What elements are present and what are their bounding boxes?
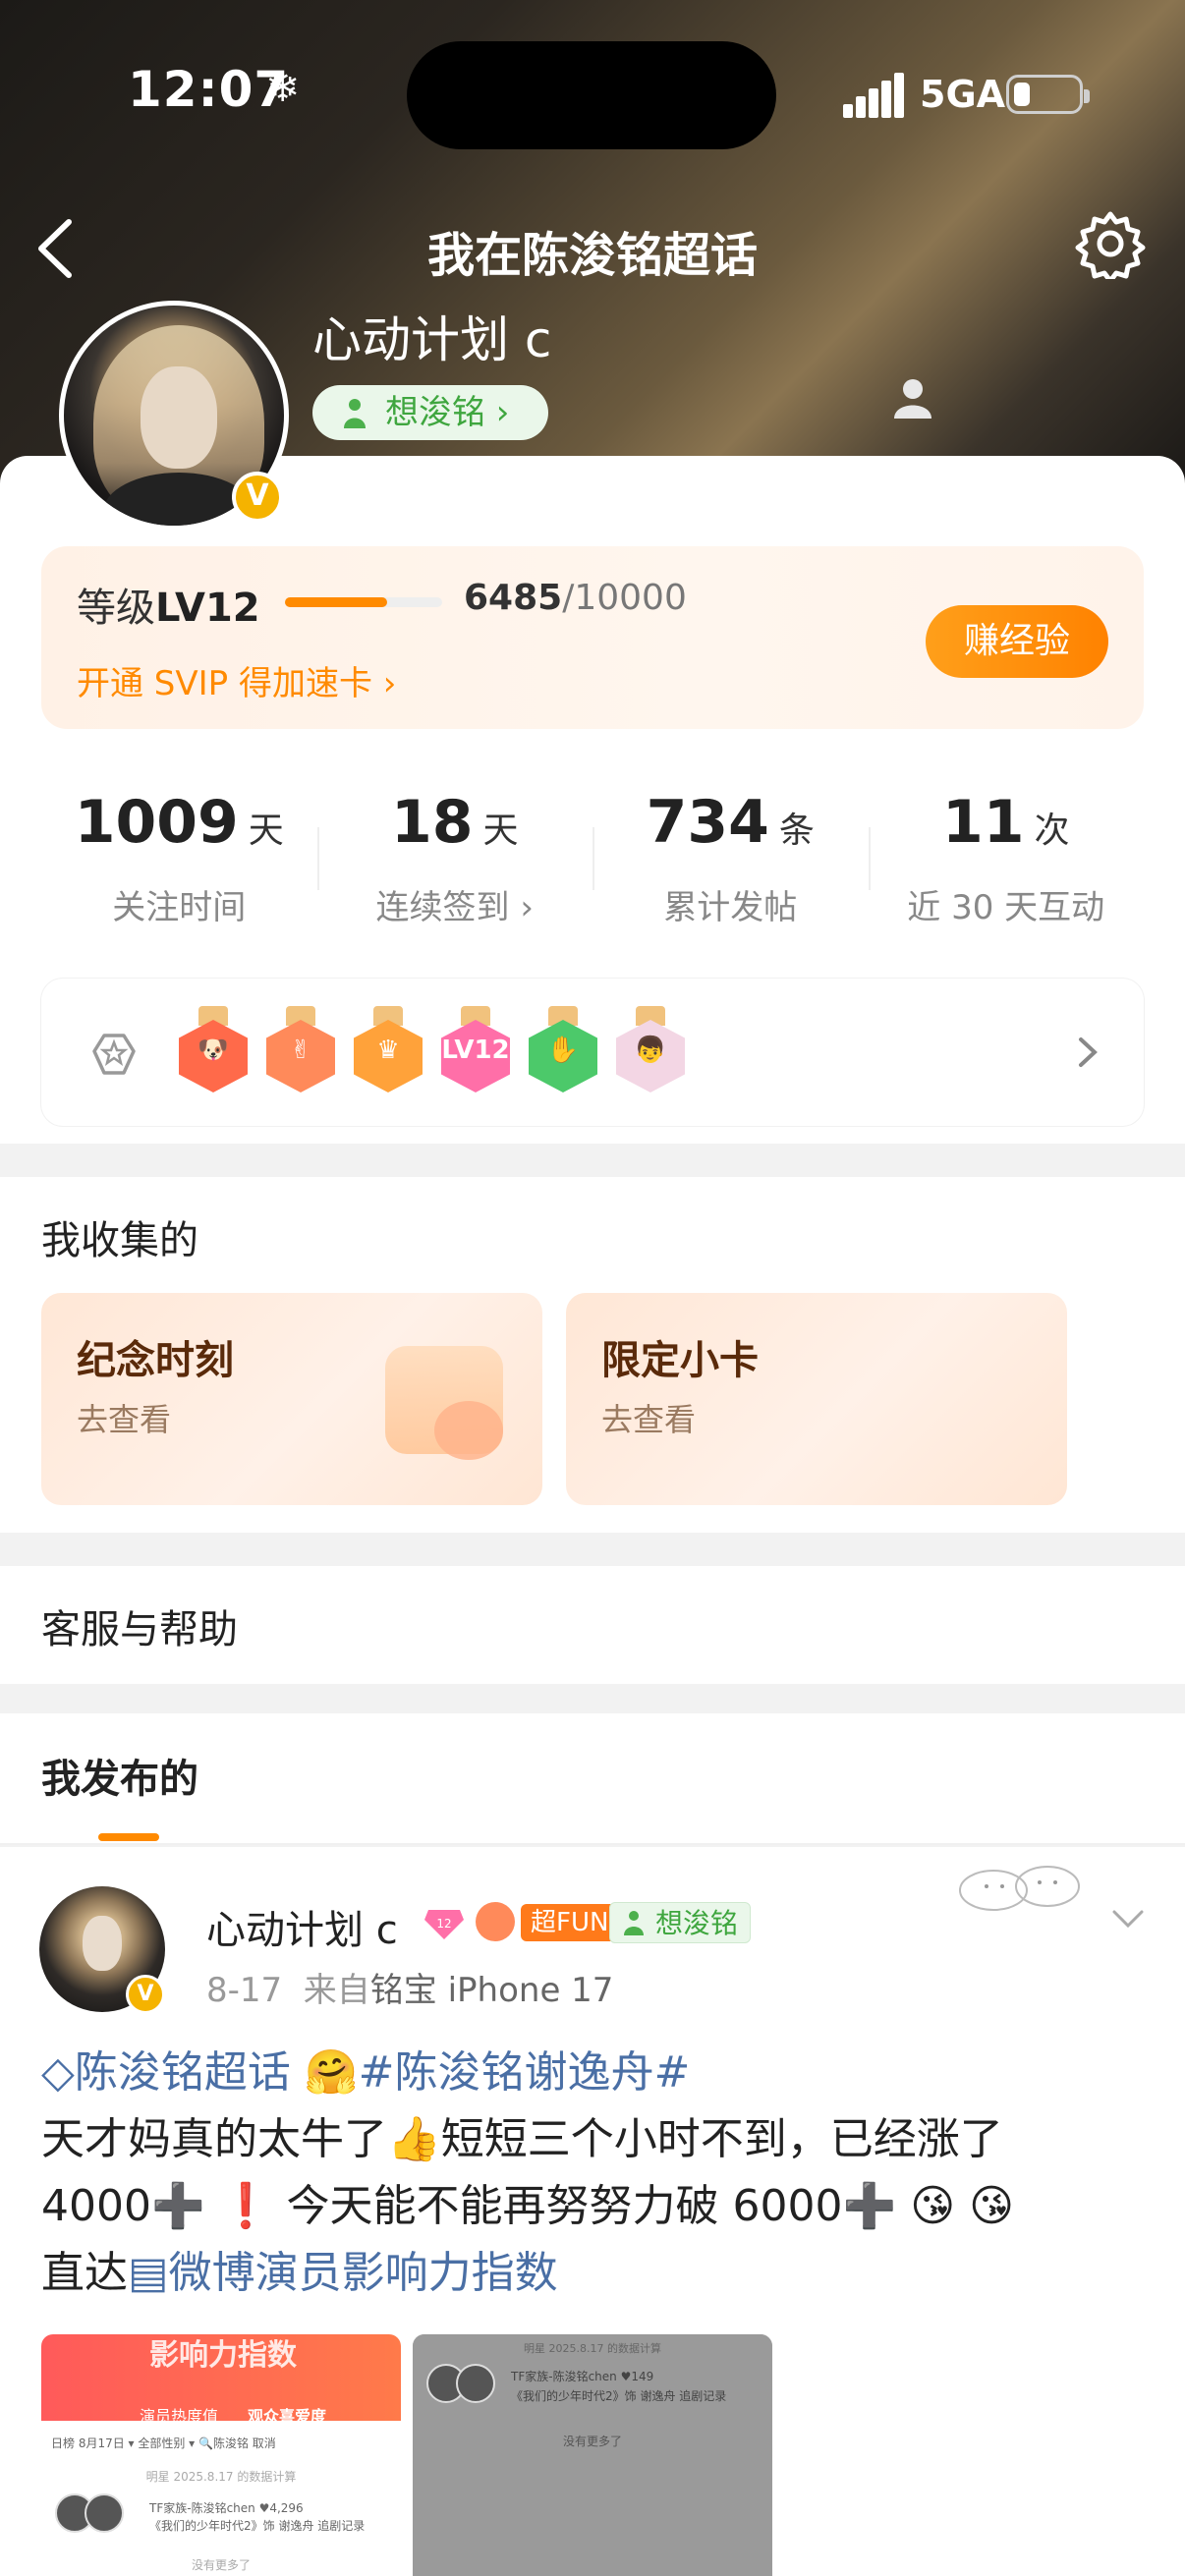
- profile-username: 心动计划 c: [312, 311, 552, 368]
- fan-figure-icon: [624, 1911, 644, 1935]
- post-meta: 8-17 来自铭宝 iPhone 17: [206, 1971, 614, 2010]
- influence-index-link[interactable]: ▤微博演员影响力指数: [128, 2248, 558, 2298]
- person-icon[interactable]: [888, 373, 937, 422]
- badge-wall[interactable]: 🐶 ✌ ♛ LV12 ✋ 👦: [41, 979, 1144, 1126]
- stat-follow-days: 1009 天 关注时间: [74, 788, 284, 927]
- lv12-medal-icon: LV12: [441, 1006, 510, 1094]
- verified-badge-icon: V: [232, 472, 283, 523]
- fan-group-tag[interactable]: 想浚铭: [609, 1902, 752, 1943]
- snowflake-icon: ❄: [265, 63, 301, 111]
- diamond-level-icon: 12: [424, 1910, 464, 1939]
- level-label: 等级LV12: [77, 586, 260, 631]
- post-card[interactable]: V 心动计划 c 12 超FUN 想浚铭 8-17 来自铭宝 iPhone 17…: [0, 1847, 1185, 2576]
- super-fun-tag[interactable]: 超FUN: [521, 1904, 619, 1941]
- post-body: ◇陈浚铭超话 🤗#陈浚铭谢逸舟# 天才妈真的太牛了👍短短三个小时不到，已经涨了 …: [41, 2047, 1014, 2298]
- battery-icon: [1006, 75, 1090, 114]
- hand-medal-icon: ✋: [529, 1006, 597, 1094]
- chevron-down-icon[interactable]: [1110, 1904, 1146, 1932]
- super-topic-link[interactable]: ◇陈浚铭超话: [41, 2047, 291, 2098]
- chevron-right-icon[interactable]: [1073, 1026, 1102, 1079]
- hands-medal-icon: ✌: [266, 1006, 335, 1094]
- page-title: 我在陈浚铭超话: [426, 228, 758, 283]
- stat-checkin-streak[interactable]: 18 天 连续签到 ›: [316, 756, 593, 953]
- tab-active-indicator: [98, 1833, 159, 1841]
- help-section[interactable]: 客服与帮助: [0, 1566, 1185, 1684]
- badge-wall-icon: [92, 1034, 136, 1075]
- post-image-2[interactable]: 明星 2025.8.17 的数据计算 TF家族-陈浚铭chen ♥149 《我们…: [413, 2334, 772, 2576]
- my-posts-header: 我发布的: [0, 1713, 1185, 1845]
- stat-total-posts: 734 条 累计发帖: [592, 756, 869, 953]
- fan-figure-icon: [344, 399, 366, 428]
- fox-badge-icon: [476, 1902, 515, 1941]
- post-author-name[interactable]: 心动计划 c: [206, 1898, 398, 1955]
- super-topic-profile-page: 12:07 ❄ 5GA 我在陈浚铭超话 V 心动计划 c 想浚铭 › 等级LV1…: [0, 0, 1185, 2576]
- svip-promo-link[interactable]: 开通 SVIP 得加速卡 ›: [77, 656, 396, 704]
- crown-medal-icon: ♛: [354, 1006, 423, 1094]
- svg-text:12: 12: [436, 1917, 451, 1931]
- fan-group-tag[interactable]: 想浚铭 ›: [312, 385, 548, 440]
- level-card: 等级LV12 6485/10000 开通 SVIP 得加速卡 › 赚经验: [41, 546, 1144, 729]
- level-progress-bar: [285, 597, 442, 607]
- my-posts-tab[interactable]: 我发布的: [41, 1747, 198, 1804]
- dog-medal-icon: 🐶: [179, 1006, 248, 1094]
- collections-title: 我收集的: [41, 1218, 198, 1263]
- level-progress-value: 6485/10000: [464, 578, 687, 618]
- hashtag-link[interactable]: #陈浚铭谢逸舟#: [359, 2047, 691, 2098]
- verified-badge-icon: V: [126, 1975, 165, 2014]
- help-title: 客服与帮助: [41, 1607, 238, 1652]
- chibi-figure-icon: 👦: [616, 1006, 685, 1094]
- cute-cats-sticker-icon: [959, 1866, 1080, 1911]
- collection-card-limited[interactable]: 限定小卡 去查看: [566, 1293, 1067, 1505]
- dynamic-island: [407, 41, 776, 149]
- signal-icon: [843, 73, 904, 118]
- network-label: 5GA: [920, 73, 1006, 116]
- earn-exp-button[interactable]: 赚经验: [926, 605, 1108, 678]
- stats-row: 1009 天 关注时间 18 天 连续签到 › 734 条 累计发帖 11 次 近 30…: [41, 756, 1144, 953]
- post-image-1[interactable]: 影响力指数 演员热度值 观众喜爱度 日榜 8月17日 ▾ 全部性别 ▾ 🔍陈浚铭 …: [41, 2334, 401, 2576]
- settings-gear-icon[interactable]: [1075, 208, 1146, 279]
- collection-card-moments[interactable]: 纪念时刻 去查看: [41, 1293, 542, 1505]
- stat-interactions: 11 次 近 30 天互动: [868, 756, 1145, 953]
- fan-group-label: 想浚铭 ›: [385, 393, 510, 432]
